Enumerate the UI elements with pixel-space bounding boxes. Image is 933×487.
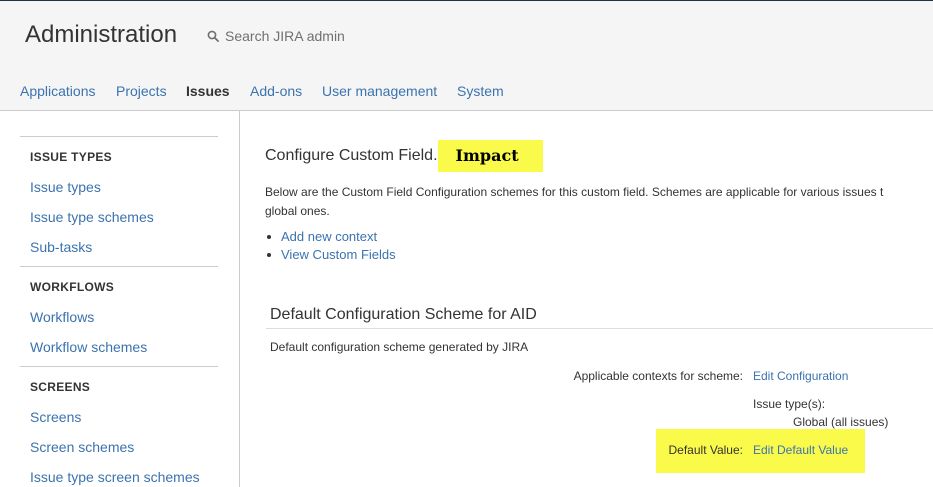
custom-field-name: Impact xyxy=(437,140,543,172)
sidebar-divider xyxy=(20,266,218,267)
page-title: Administration xyxy=(25,21,178,48)
sidebar-divider xyxy=(20,366,218,367)
sidebar-item-workflow-schemes[interactable]: Workflow schemes xyxy=(30,339,147,355)
bullet-icon xyxy=(267,235,271,239)
issue-types-label: Issue type(s): xyxy=(753,397,826,411)
add-new-context-link[interactable]: Add new context xyxy=(281,229,377,244)
divider xyxy=(266,328,933,329)
admin-header: Administration Search JIRA admin xyxy=(0,0,933,73)
page-description: Below are the Custom Field Configuration… xyxy=(265,183,933,221)
admin-search[interactable]: Search JIRA admin xyxy=(207,28,345,44)
sidebar-heading-screens: SCREENS xyxy=(30,380,91,394)
nav-add-ons[interactable]: Add-ons xyxy=(250,83,302,99)
view-custom-fields-link[interactable]: View Custom Fields xyxy=(281,247,396,262)
sidebar-divider xyxy=(20,136,218,137)
sidebar-heading-issue-types: ISSUE TYPES xyxy=(30,150,112,164)
sidebar-item-screens[interactable]: Screens xyxy=(30,409,81,425)
list-item: Add new context xyxy=(267,228,396,246)
nav-system[interactable]: System xyxy=(457,83,504,99)
sidebar-item-workflows[interactable]: Workflows xyxy=(30,309,94,325)
sidebar-heading-workflows: WORKFLOWS xyxy=(30,280,115,294)
nav-issues[interactable]: Issues xyxy=(186,83,230,99)
sidebar-item-issue-type-screen-schemes[interactable]: Issue type screen schemes xyxy=(30,469,200,485)
description-line: Below are the Custom Field Configuration… xyxy=(265,185,884,199)
search-icon xyxy=(207,30,219,42)
nav-projects[interactable]: Projects xyxy=(116,83,167,99)
scheme-title: Default Configuration Scheme for AID xyxy=(270,306,537,323)
sidebar: ISSUE TYPES Issue types Issue type schem… xyxy=(0,111,240,487)
nav-user-management[interactable]: User management xyxy=(322,83,437,99)
description-line: global ones. xyxy=(265,204,330,218)
sidebar-item-sub-tasks[interactable]: Sub-tasks xyxy=(30,239,92,255)
actions-list: Add new context View Custom Fields xyxy=(267,228,396,264)
list-item: View Custom Fields xyxy=(267,246,396,264)
heading-prefix: Configure Custom Field. xyxy=(265,147,438,164)
scheme-description: Default configuration scheme generated b… xyxy=(270,340,529,354)
sidebar-item-screen-schemes[interactable]: Screen schemes xyxy=(30,439,134,455)
issue-types-value: Global (all issues) xyxy=(793,415,889,429)
contexts-label: Applicable contexts for scheme: xyxy=(573,369,743,383)
edit-configuration-link[interactable]: Edit Configuration xyxy=(753,369,848,383)
search-placeholder: Search JIRA admin xyxy=(225,28,345,44)
default-value-label: Default Value: xyxy=(668,443,744,457)
admin-nav: Applications Projects Issues Add-ons Use… xyxy=(0,72,933,111)
main-heading: Configure Custom Field. Impact xyxy=(265,139,543,173)
sidebar-item-issue-types[interactable]: Issue types xyxy=(30,179,101,195)
edit-default-value-link[interactable]: Edit Default Value xyxy=(753,443,848,457)
sidebar-item-issue-type-schemes[interactable]: Issue type schemes xyxy=(30,209,154,225)
bullet-icon xyxy=(267,253,271,257)
nav-applications[interactable]: Applications xyxy=(20,83,96,99)
